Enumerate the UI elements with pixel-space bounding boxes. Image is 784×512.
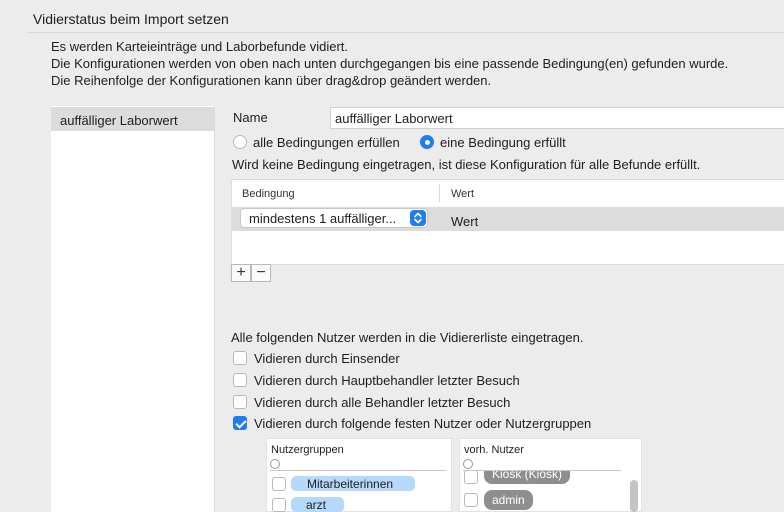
- page-title: Vidierstatus beim Import setzen: [33, 11, 229, 27]
- configuration-list[interactable]: [51, 106, 215, 512]
- checkbox-feste-nutzer[interactable]: [233, 416, 247, 430]
- user-groups-divider: [270, 470, 446, 471]
- users-filter-icon[interactable]: [463, 459, 473, 469]
- description-line-1: Es werden Karteieinträge und Laborbefund…: [51, 39, 349, 54]
- checkbox-einsender[interactable]: [233, 351, 247, 365]
- user-checkbox-admin[interactable]: [464, 493, 478, 507]
- radio-all-conditions[interactable]: [233, 135, 247, 149]
- column-separator: [439, 184, 440, 202]
- name-field[interactable]: auffälliger Laborwert: [330, 107, 784, 129]
- checkbox-hauptbehandler-label: Vidieren durch Hauptbehandler letzter Be…: [254, 373, 520, 388]
- users-scrollbar[interactable]: [630, 480, 638, 512]
- users-divider: [463, 470, 621, 471]
- add-condition-button[interactable]: +: [231, 264, 251, 282]
- group-checkbox-mitarbeiterinnen[interactable]: [272, 477, 286, 491]
- title-divider: [27, 32, 784, 33]
- group-tag-arzt: arzt: [291, 497, 344, 512]
- checkbox-feste-nutzer-label: Vidieren durch folgende festen Nutzer od…: [254, 416, 592, 431]
- radio-all-conditions-label: alle Bedingungen erfüllen: [253, 135, 400, 150]
- column-header-wert[interactable]: Wert: [451, 188, 474, 200]
- user-groups-filter-icon[interactable]: [270, 459, 280, 469]
- remove-condition-button[interactable]: −: [251, 264, 271, 282]
- radio-any-condition[interactable]: [420, 135, 434, 149]
- user-tag-admin: admin: [484, 490, 533, 510]
- users-header: vorh. Nutzer: [464, 444, 524, 456]
- condition-select[interactable]: mindestens 1 auffälliger...: [240, 208, 428, 228]
- group-checkbox-arzt[interactable]: [272, 498, 286, 512]
- chevron-updown-icon[interactable]: [410, 210, 426, 226]
- name-label: Name: [233, 110, 268, 125]
- checkbox-hauptbehandler[interactable]: [233, 373, 247, 387]
- column-header-bedingung[interactable]: Bedingung: [242, 188, 295, 200]
- condition-note: Wird keine Bedingung eingetragen, ist di…: [232, 157, 701, 172]
- checkbox-alle-behandler[interactable]: [233, 395, 247, 409]
- users-intro: Alle folgenden Nutzer werden in die Vidi…: [231, 330, 584, 345]
- radio-any-condition-label: eine Bedingung erfüllt: [440, 135, 566, 150]
- group-tag-mitarbeiterinnen: Mitarbeiterinnen: [291, 476, 415, 491]
- checkbox-einsender-label: Vidieren durch Einsender: [254, 351, 400, 366]
- configuration-item-auffaelliger-laborwert[interactable]: auffälliger Laborwert: [51, 107, 214, 131]
- condition-value[interactable]: Wert: [451, 214, 478, 229]
- user-groups-header: Nutzergruppen: [271, 444, 344, 456]
- description-line-3: Die Reihenfolge der Konfigurationen kann…: [51, 73, 492, 88]
- user-checkbox-kiosk[interactable]: [464, 470, 478, 484]
- description-line-2: Die Konfigurationen werden von oben nach…: [51, 56, 729, 71]
- checkbox-alle-behandler-label: Vidieren durch alle Behandler letzter Be…: [254, 395, 511, 410]
